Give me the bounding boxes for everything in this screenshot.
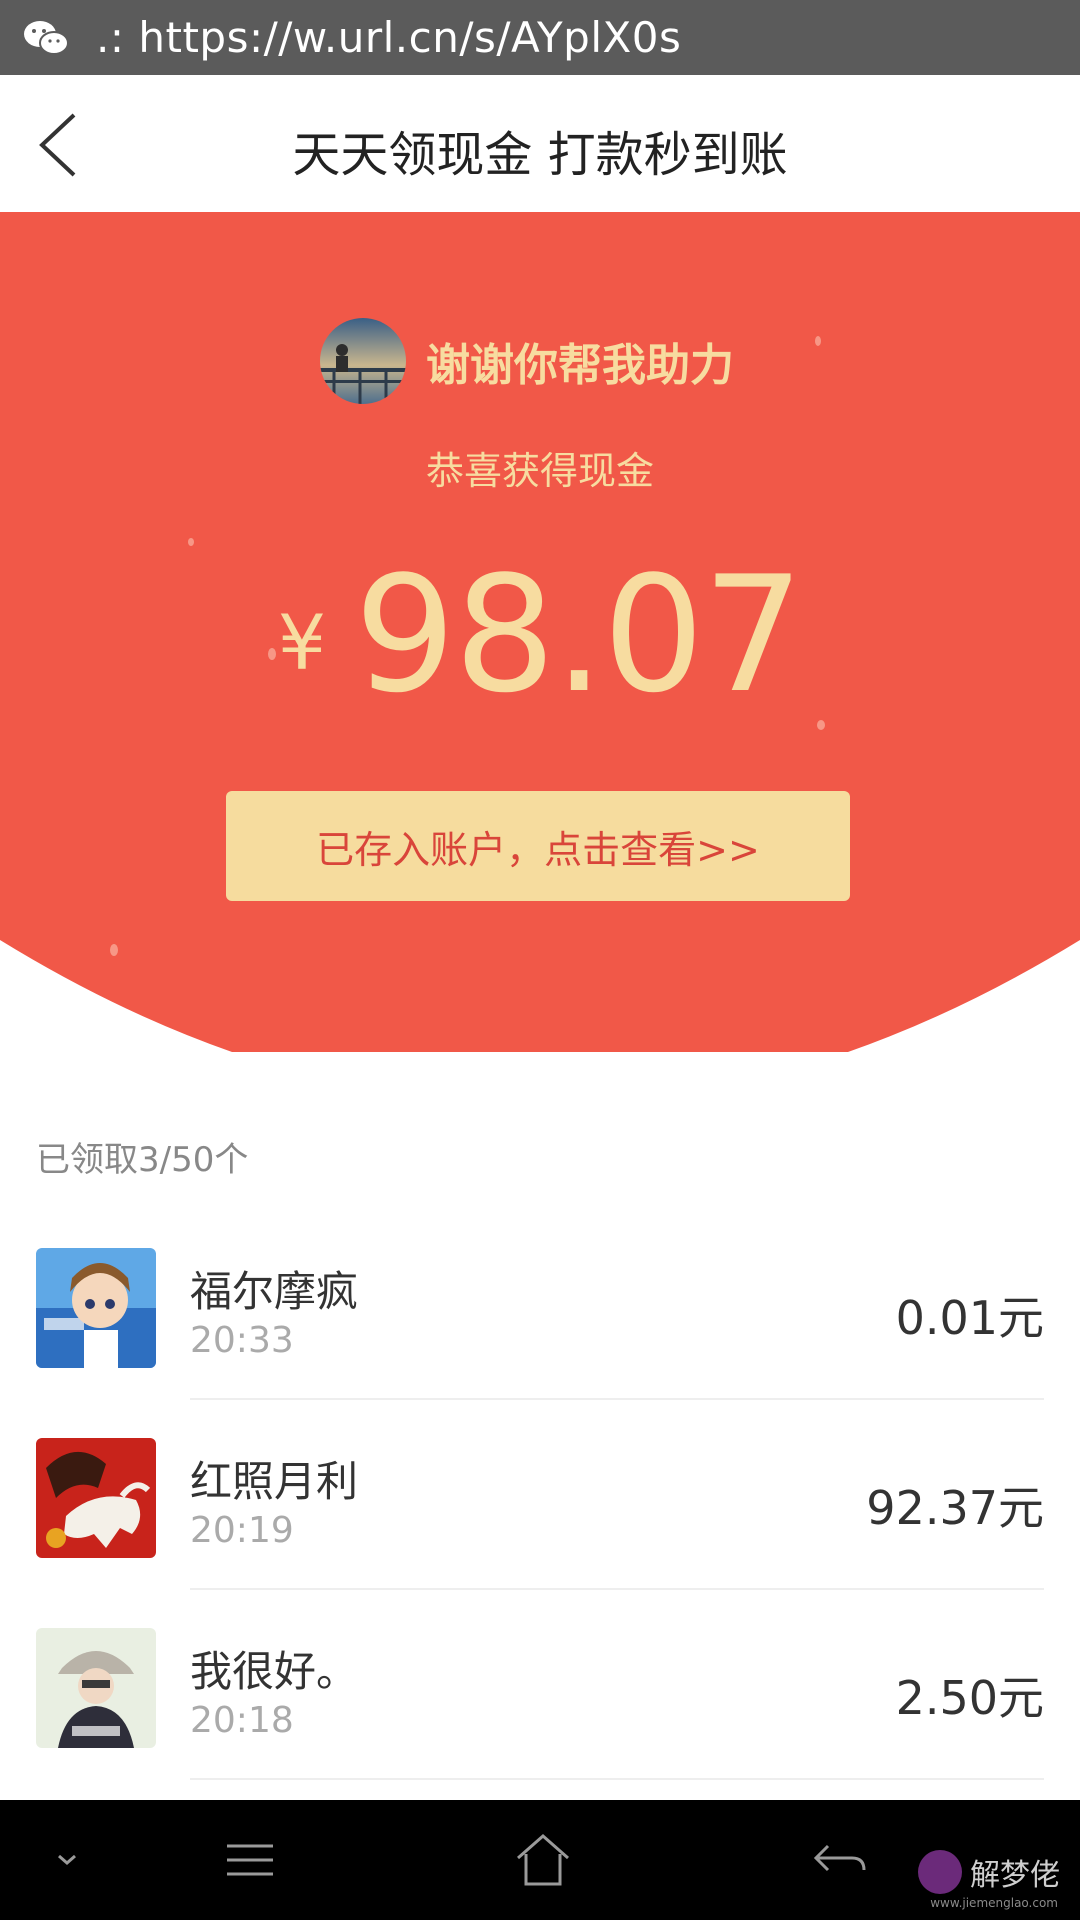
giver-text: 谢谢你帮我助力 (426, 340, 734, 391)
user-name: 福尔摩疯 (190, 1267, 359, 1316)
giver-info: 谢谢你帮我助力 (320, 318, 734, 404)
avatar (36, 1438, 156, 1558)
amount-display: ¥ 98.07 (0, 555, 1080, 715)
watermark: 解梦佬 (918, 1850, 1060, 1894)
url-bar: .: https://w.url.cn/s/AYplX0s (0, 0, 1080, 75)
watermark-logo-icon (918, 1850, 962, 1894)
back-arrow-icon[interactable] (806, 1830, 876, 1890)
list-item[interactable]: 红照月利 20:19 92.37元 (0, 1400, 1080, 1590)
sparkle (110, 944, 118, 956)
sparkle (817, 720, 825, 730)
sparkle (188, 538, 194, 546)
claim-time: 20:33 (190, 1320, 294, 1361)
avatar (36, 1628, 156, 1748)
watermark-url: www.jiemenglao.com (930, 1896, 1058, 1910)
claim-amount: 0.01元 (895, 1291, 1044, 1345)
divider (190, 1778, 1044, 1780)
user-name: 我很好。 (190, 1647, 359, 1696)
url-text: .: https://w.url.cn/s/AYplX0s (96, 13, 682, 62)
claim-amount: 2.50元 (895, 1671, 1044, 1725)
watermark-text: 解梦佬 (970, 1858, 1060, 1893)
list-item[interactable]: 福尔摩疯 20:33 0.01元 (0, 1210, 1080, 1400)
chevron-down-icon[interactable] (32, 1830, 102, 1890)
page-title: 天天领现金 打款秒到账 (292, 127, 788, 183)
currency-symbol: ¥ (277, 598, 327, 687)
home-icon[interactable] (508, 1830, 578, 1890)
amount-value: 98.07 (354, 541, 804, 728)
title-bar: 天天领现金 打款秒到账 (0, 75, 1080, 213)
claim-list: 福尔摩疯 20:33 0.01元 红照月利 20:19 92.37元 我很好。 … (0, 1210, 1080, 1780)
user-name: 红照月利 (190, 1457, 359, 1506)
avatar (320, 318, 406, 404)
subtitle: 恭喜获得现金 (425, 449, 654, 493)
claimed-count: 已领取3/50个 (36, 1140, 249, 1180)
claim-amount: 92.37元 (866, 1481, 1044, 1535)
claim-time: 20:19 (190, 1510, 294, 1551)
claim-time: 20:18 (190, 1700, 294, 1741)
wechat-icon (24, 20, 69, 55)
sparkle (815, 336, 821, 346)
view-account-button[interactable]: 已存入账户，点击查看>> (226, 791, 850, 901)
menu-icon[interactable] (215, 1830, 285, 1890)
list-item[interactable]: 我很好。 20:18 2.50元 (0, 1590, 1080, 1780)
avatar (36, 1248, 156, 1368)
